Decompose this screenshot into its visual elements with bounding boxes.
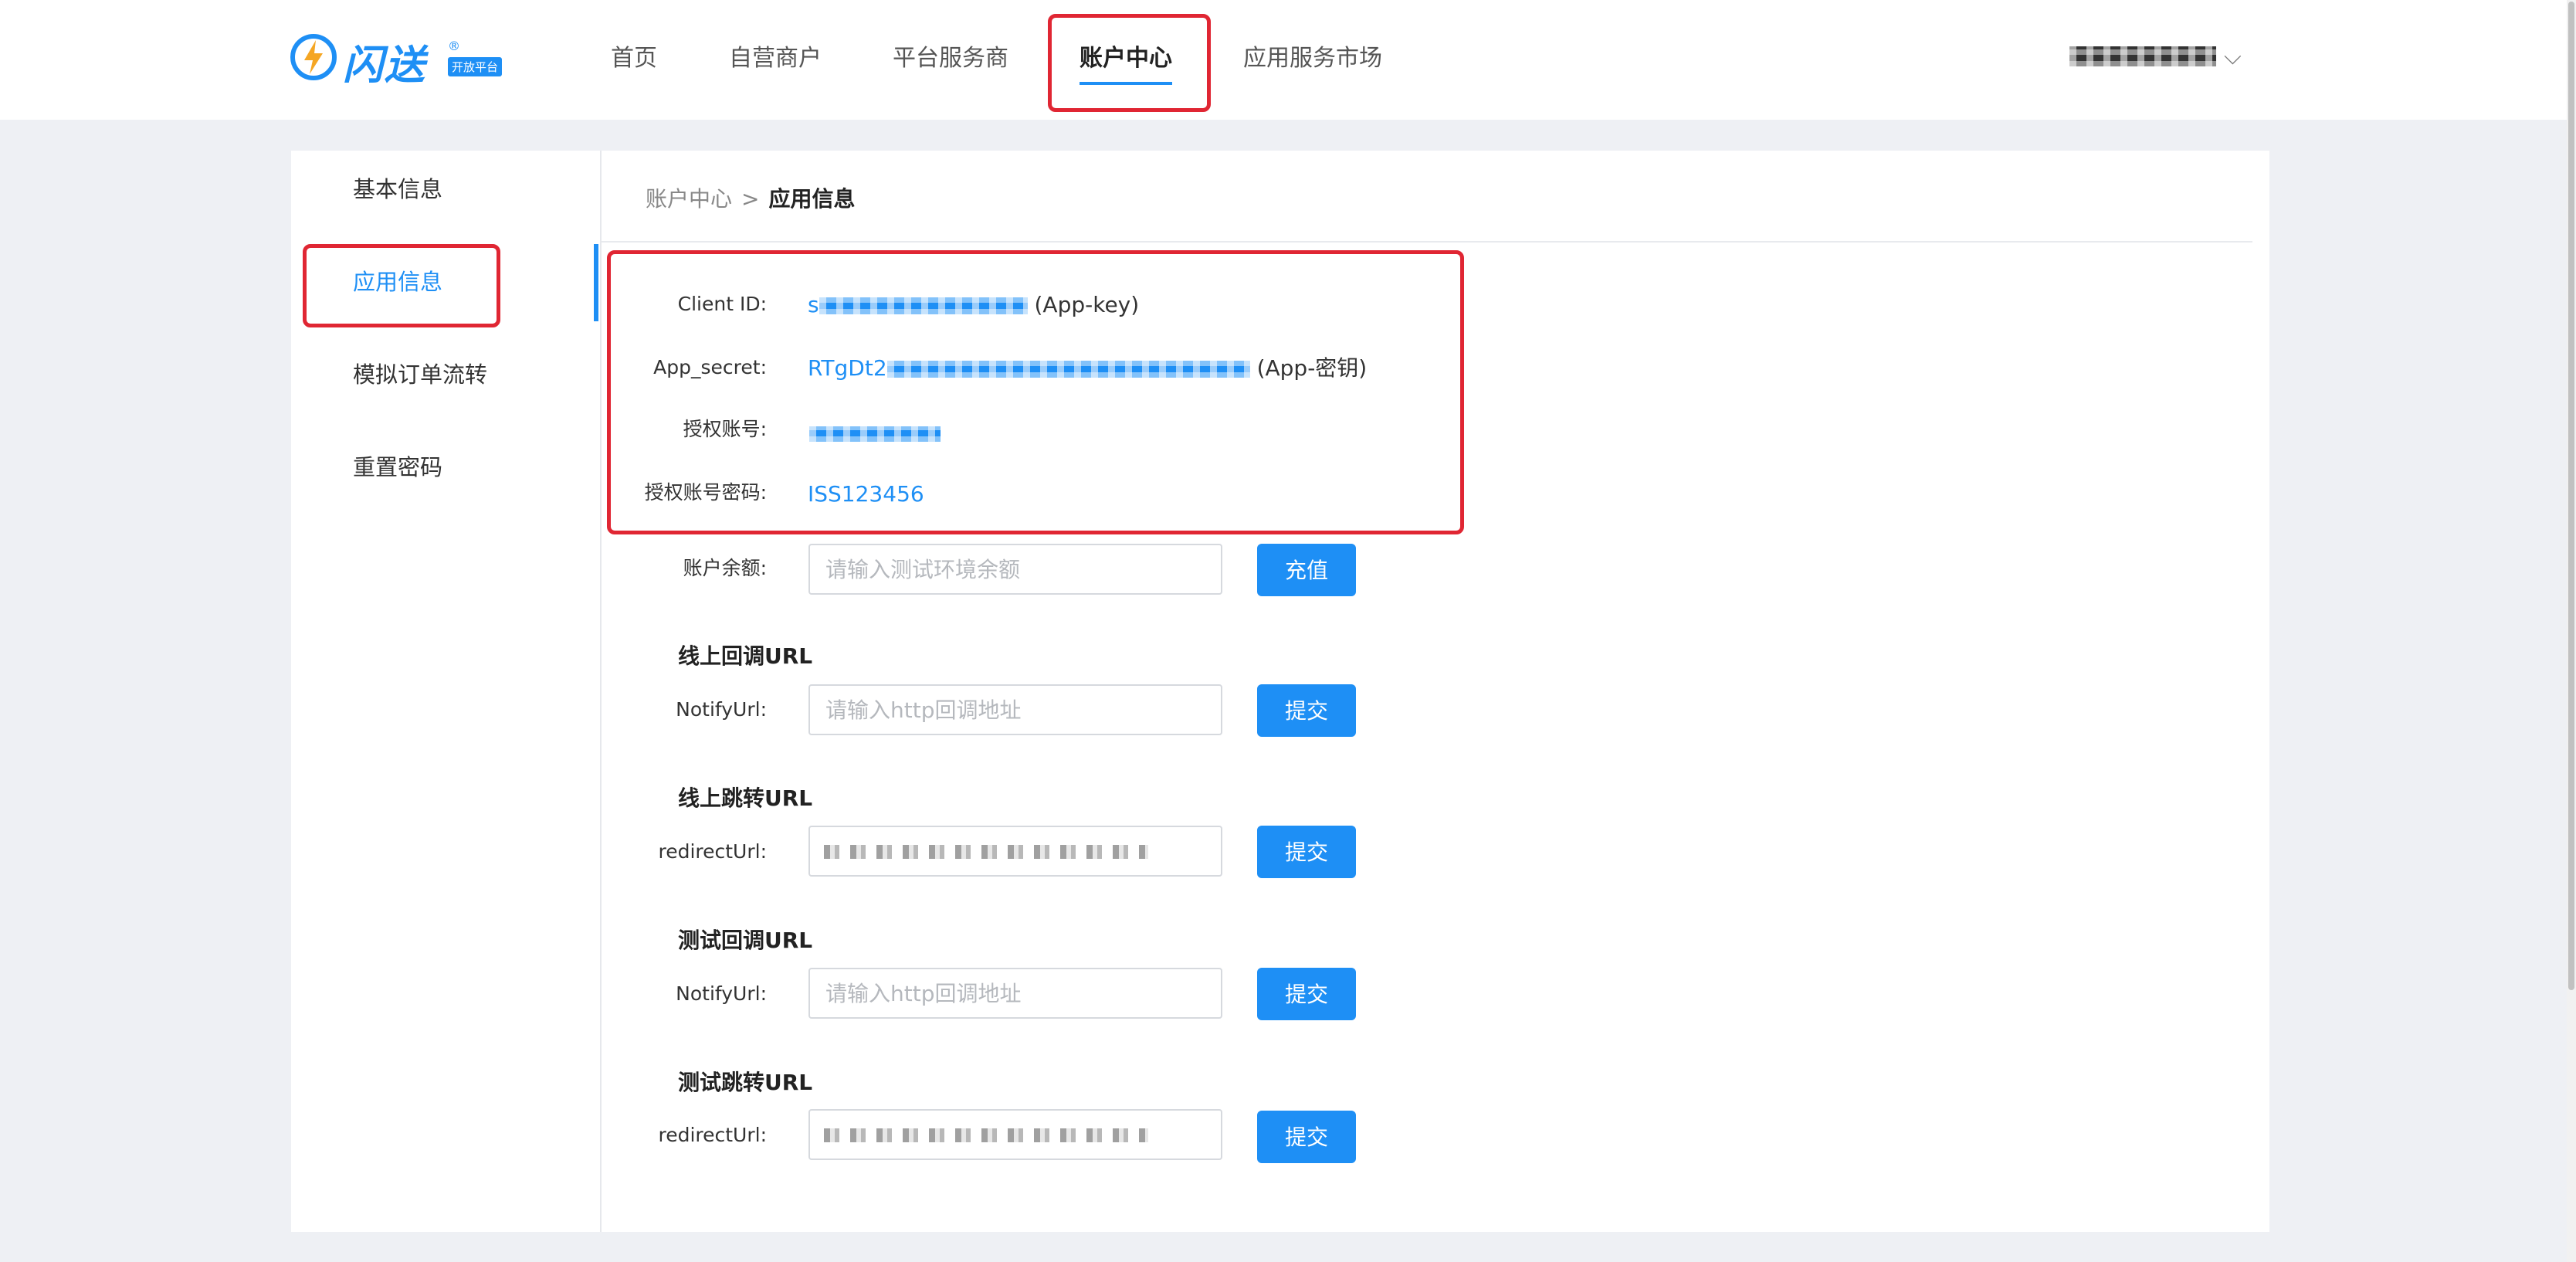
section-title-online-redirect: 线上跳转URL — [678, 785, 813, 811]
test-notify-submit-button[interactable]: 提交 — [1257, 968, 1356, 1020]
nav-home[interactable]: 首页 — [611, 43, 657, 74]
page-scrollbar[interactable] — [2567, 0, 2576, 1262]
lightning-icon — [290, 34, 337, 80]
online-redirect-url-input[interactable] — [808, 826, 1222, 877]
user-menu[interactable] — [2069, 40, 2216, 70]
test-redirect-url-redacted — [824, 1128, 1148, 1142]
online-redirect-url-redacted — [824, 845, 1148, 859]
brand-name: 闪送 — [343, 42, 427, 89]
recharge-button[interactable]: 充值 — [1257, 544, 1356, 596]
breadcrumb-divider — [602, 241, 2252, 243]
nav-app-market[interactable]: 应用服务市场 — [1243, 43, 1382, 74]
test-notify-url-input[interactable] — [808, 968, 1222, 1019]
online-redirect-label: redirectUrl: — [658, 840, 767, 863]
section-title-online-notify: 线上回调URL — [678, 643, 813, 669]
brand-logo[interactable]: 闪送 ® 开放平台 — [289, 29, 520, 89]
test-notify-label: NotifyUrl: — [676, 982, 767, 1005]
username-redacted — [2069, 46, 2216, 66]
highlight-sidebar-app-info — [303, 244, 500, 327]
registered-mark: ® — [448, 39, 460, 53]
breadcrumb-current: 应用信息 — [768, 186, 856, 212]
breadcrumb: 账户中心 > 应用信息 — [646, 182, 856, 213]
sidebar-item-order-simulation[interactable]: 模拟订单流转 — [353, 359, 487, 390]
online-notify-submit-button[interactable]: 提交 — [1257, 684, 1356, 737]
sidebar-active-marker — [594, 244, 598, 321]
test-redirect-label: redirectUrl: — [658, 1124, 767, 1146]
test-redirect-url-input[interactable] — [808, 1109, 1222, 1160]
nav-platform-provider[interactable]: 平台服务商 — [893, 43, 1008, 74]
chevron-down-icon[interactable]: ⌵ — [2224, 43, 2242, 70]
section-title-test-redirect: 测试跳转URL — [678, 1070, 813, 1095]
balance-input[interactable] — [808, 544, 1222, 595]
breadcrumb-separator: > — [741, 186, 760, 212]
top-navigation-bar: 闪送 ® 开放平台 首页 自营商户 平台服务商 账户中心 应用服务市场 ⌵ — [0, 0, 2567, 120]
online-notify-label: NotifyUrl: — [676, 698, 767, 721]
online-redirect-submit-button[interactable]: 提交 — [1257, 826, 1356, 878]
scrollbar-thumb[interactable] — [2568, 2, 2574, 990]
sidebar-item-basic-info[interactable]: 基本信息 — [353, 174, 442, 205]
test-redirect-submit-button[interactable]: 提交 — [1257, 1111, 1356, 1163]
balance-label: 账户余额: — [683, 557, 767, 579]
sidebar-item-reset-password[interactable]: 重置密码 — [353, 452, 442, 483]
online-notify-url-input[interactable] — [808, 684, 1222, 735]
sidebar-divider — [600, 151, 602, 1232]
section-title-test-notify: 测试回调URL — [678, 928, 813, 953]
highlight-app-credentials — [607, 250, 1464, 534]
breadcrumb-parent[interactable]: 账户中心 — [646, 186, 732, 212]
highlight-nav-account-center — [1048, 14, 1211, 112]
nav-self-merchant[interactable]: 自营商户 — [729, 43, 822, 74]
brand-badge: 开放平台 — [448, 57, 503, 76]
